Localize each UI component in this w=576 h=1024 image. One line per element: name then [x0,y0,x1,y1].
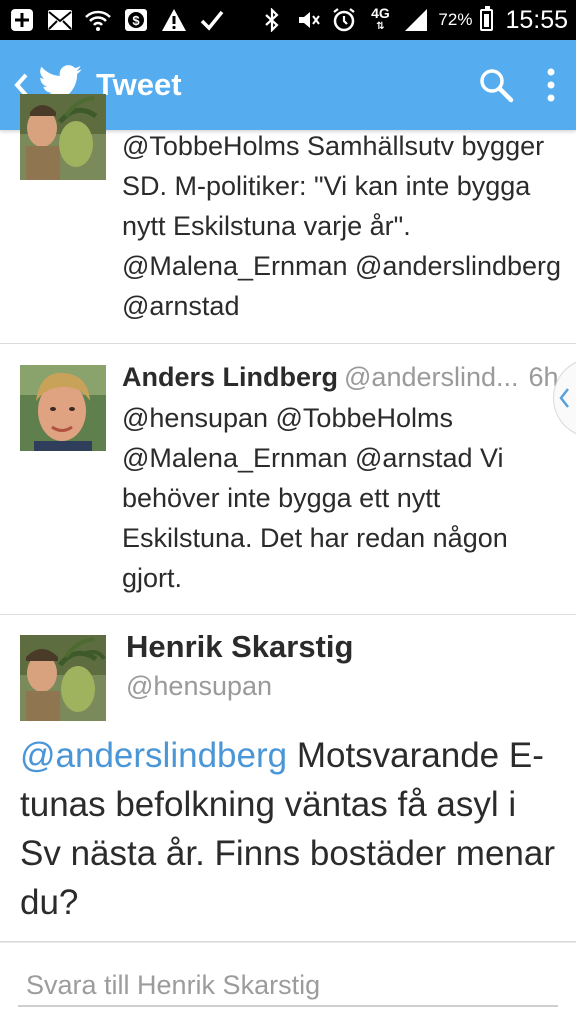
reply-bar [0,942,576,1024]
status-bar: $ 4G ⇅ 72% 15:55 [0,0,576,40]
list-item[interactable]: Anders Lindberg @anderslind... 6h @hensupa… [0,344,576,615]
svg-text:$: $ [132,13,140,28]
search-button[interactable] [466,55,526,115]
list-item[interactable]: @TobbeHolms Samhällsutv bygger SD. M-pol… [0,94,576,344]
author-handle[interactable]: @hensupan [126,671,272,702]
avatar[interactable] [20,365,106,451]
focused-tweet: Henrik Skarstig @hensupan @anderslindber… [0,615,576,942]
plus-box-icon [8,7,36,33]
signal-icon [402,7,430,33]
page-title: Tweet [96,67,182,102]
author-handle[interactable]: @anderslind... [344,362,519,392]
check-icon [198,7,226,33]
chevron-left-icon [559,388,569,408]
search-icon [480,69,514,103]
tweet-thread[interactable]: @TobbeHolms Samhällsutv bygger SD. M-pol… [0,94,576,942]
dollar-box-icon: $ [122,7,150,33]
tweet-text: @TobbeHolms Samhällsutv bygger SD. M-pol… [122,131,562,321]
battery-percent: 72% [438,10,473,29]
avatar[interactable] [20,94,106,180]
author-name[interactable]: Henrik Skarstig [126,629,353,665]
author-name[interactable]: Anders Lindberg [122,362,338,392]
notification-icons: $ [8,7,226,33]
tweet-text: @anderslindberg Motsvarande E-tunas befo… [20,731,560,927]
bluetooth-icon [258,7,286,33]
tweet-header: Anders Lindberg @anderslind... 6h [122,362,559,393]
network-type-label: 4G [371,5,390,21]
system-icons: 4G ⇅ 72% 15:55 [258,6,568,35]
alarm-icon [330,7,358,33]
network-type-icon: 4G ⇅ [371,5,390,32]
warning-icon [160,7,188,33]
app-bar-actions [466,55,576,115]
overflow-menu-icon [547,68,555,102]
mail-icon [46,7,74,33]
reply-input[interactable] [18,965,558,1007]
mute-icon [294,7,322,33]
mention-link[interactable]: @anderslindberg [20,736,287,775]
wifi-icon [84,7,112,33]
clock: 15:55 [505,5,568,34]
avatar[interactable] [20,635,106,721]
tweet-text: @hensupan @TobbeHolms @Malena_Ernman @ar… [122,403,508,593]
battery-icon [480,6,494,31]
overflow-menu-button[interactable] [526,55,576,115]
